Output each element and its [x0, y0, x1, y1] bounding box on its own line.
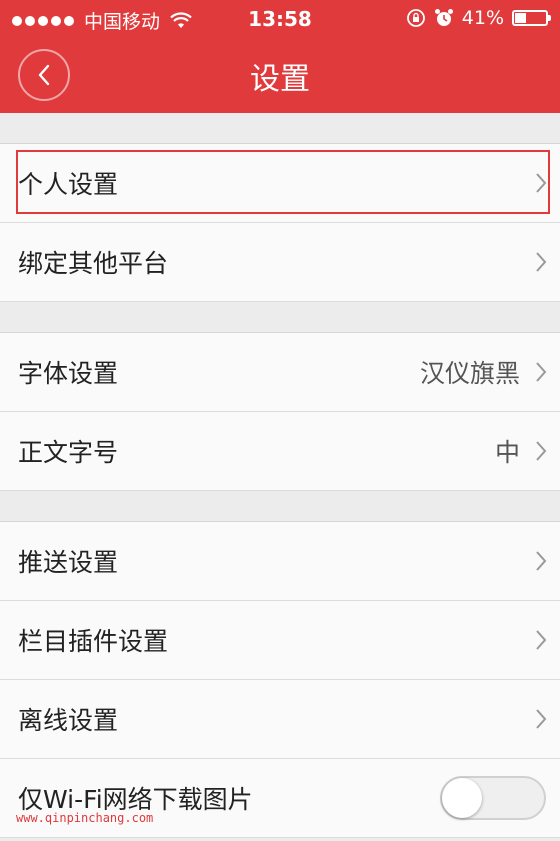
row-label: 个人设置: [18, 170, 119, 199]
row-label: 栏目插件设置: [18, 627, 169, 656]
settings-row-personal[interactable]: 个人设置: [0, 144, 560, 223]
chevron-right-icon: [536, 252, 547, 272]
chevron-right-icon: [536, 551, 547, 571]
section-divider: [0, 113, 560, 144]
row-value: 汉仪旗黑: [419, 359, 520, 388]
page-title: 设置: [250, 62, 310, 97]
status-right: 41%: [406, 7, 551, 29]
settings-row-column-plugins[interactable]: 栏目插件设置: [0, 601, 560, 680]
settings-row-font-size[interactable]: 正文字号 中: [0, 412, 560, 491]
section-divider: [0, 491, 560, 522]
settings-list: 个人设置 绑定其他平台 字体设置 汉仪旗黑 正文字号 中 推送设置 栏目插件设置…: [0, 113, 560, 838]
row-label: 正文字号: [18, 438, 119, 467]
battery-fill: [515, 13, 527, 23]
navbar: 设置: [0, 38, 560, 113]
section-divider: [0, 302, 560, 333]
header: 中国移动 13:58 41% 设置: [0, 0, 560, 113]
chevron-right-icon: [536, 709, 547, 729]
toggle-knob: [442, 778, 482, 818]
row-label: 字体设置: [18, 359, 119, 388]
chevron-right-icon: [536, 630, 547, 650]
battery-percent: 41%: [461, 7, 504, 29]
settings-row-bind-platforms[interactable]: 绑定其他平台: [0, 223, 560, 302]
battery-icon: [512, 10, 551, 26]
row-value: 中: [494, 438, 520, 467]
alarm-icon: [434, 9, 453, 26]
settings-row-font[interactable]: 字体设置 汉仪旗黑: [0, 333, 560, 412]
status-bar: 中国移动 13:58 41%: [0, 0, 560, 38]
row-label: 离线设置: [18, 706, 119, 735]
row-label: 绑定其他平台: [18, 249, 169, 278]
chevron-right-icon: [536, 173, 547, 193]
settings-row-offline[interactable]: 离线设置: [0, 680, 560, 759]
row-label: 推送设置: [18, 548, 119, 577]
watermark: www.qinpinchang.com: [16, 811, 154, 825]
settings-row-push[interactable]: 推送设置: [0, 522, 560, 601]
wifi-only-toggle[interactable]: [440, 776, 546, 820]
settings-row-wifi-images: 仅Wi-Fi网络下载图片: [0, 759, 560, 838]
chevron-right-icon: [536, 441, 547, 461]
chevron-right-icon: [536, 362, 547, 382]
rotation-lock-icon: [406, 9, 425, 27]
